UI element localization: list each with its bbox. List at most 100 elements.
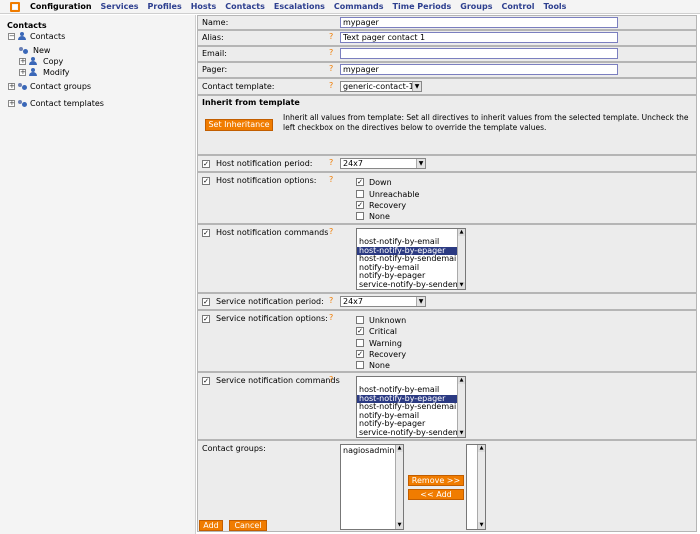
option-checkbox-warning[interactable]	[356, 339, 364, 347]
host-notification-commands-label: Host notification commands	[216, 228, 329, 237]
sidebar-item-contact-groups[interactable]: + Contact groups	[8, 82, 91, 91]
nav-tools[interactable]: Tools	[544, 2, 567, 11]
set-inheritance-button[interactable]: Set Inheritance	[205, 119, 273, 131]
host-notification-period-select[interactable]: 24x7 ▼	[340, 158, 426, 169]
host-notification-period-label: Host notification period:	[216, 159, 313, 168]
option-label-unreachable: Unreachable	[369, 190, 420, 199]
option-checkbox-none[interactable]	[356, 212, 364, 220]
contact-groups-row: Contact groups: nagiosadmin ▲ ▼ Remove >…	[197, 440, 697, 532]
help-icon[interactable]: ?	[329, 175, 333, 184]
scrollbar[interactable]: ▲ ▼	[395, 445, 403, 529]
nav-escalations[interactable]: Escalations	[274, 2, 325, 11]
expand-icon[interactable]: +	[8, 100, 15, 107]
sidebar-item-label: Contacts	[30, 32, 66, 41]
cancel-button[interactable]: Cancel	[229, 520, 267, 531]
contact-template-select[interactable]: generic-contact-1 ▼	[340, 81, 422, 92]
option-checkbox-none[interactable]	[356, 361, 364, 369]
remove-group-button[interactable]: Remove >>	[408, 475, 464, 486]
scroll-down-icon[interactable]: ▼	[396, 522, 403, 529]
contact-icon	[29, 68, 38, 77]
inherit-checkbox[interactable]: ✓	[202, 315, 210, 323]
available-groups-list[interactable]: nagiosadmin ▲ ▼	[340, 444, 404, 530]
scrollbar[interactable]: ▲ ▼	[457, 377, 465, 437]
scroll-down-icon[interactable]: ▼	[458, 282, 465, 289]
option-checkbox-critical[interactable]: ✓	[356, 327, 364, 335]
help-icon[interactable]: ?	[329, 296, 333, 305]
collapse-icon[interactable]: −	[8, 33, 15, 40]
service-notification-commands-list[interactable]: host-notify-by-email host-notify-by-epag…	[356, 376, 466, 438]
sidebar-item-label: Contact groups	[30, 82, 92, 91]
expand-icon[interactable]: +	[19, 58, 26, 65]
chevron-down-icon: ▼	[416, 159, 425, 168]
option-checkbox-recovery[interactable]: ✓	[356, 350, 364, 358]
sidebar-item-contact-templates[interactable]: + Contact templates	[8, 99, 104, 108]
help-icon[interactable]: ?	[329, 227, 333, 236]
email-row: Email: ?	[197, 46, 697, 62]
scroll-up-icon[interactable]: ▲	[478, 445, 485, 452]
list-item[interactable]: nagiosadmin	[341, 445, 403, 456]
service-notification-period-row: ✓ Service notification period: ? 24x7 ▼	[197, 293, 697, 310]
help-icon[interactable]: ?	[329, 64, 333, 73]
list-item[interactable]: service-notify-by-sendemail	[357, 428, 465, 438]
sidebar-item-label: Contact templates	[30, 99, 104, 108]
service-notification-options-label: Service notification options:	[216, 314, 328, 323]
nav-groups[interactable]: Groups	[460, 2, 492, 11]
nav-hosts[interactable]: Hosts	[191, 2, 217, 11]
help-icon[interactable]: ?	[329, 375, 333, 384]
scrollbar[interactable]: ▲ ▼	[477, 445, 485, 529]
add-button[interactable]: Add	[199, 520, 223, 531]
nav-time-periods[interactable]: Time Periods	[393, 2, 452, 11]
pager-input[interactable]	[340, 64, 618, 75]
list-item[interactable]: service-notify-by-sendemail	[357, 280, 465, 290]
scroll-down-icon[interactable]: ▼	[458, 430, 465, 437]
expand-icon[interactable]: +	[19, 69, 26, 76]
help-icon[interactable]: ?	[329, 313, 333, 322]
sidebar-item-contacts[interactable]: − Contacts	[8, 32, 65, 41]
nav-configuration[interactable]: Configuration	[30, 2, 92, 11]
selected-groups-list[interactable]: ▲ ▼	[466, 444, 486, 530]
help-icon[interactable]: ?	[329, 158, 333, 167]
alias-label: Alias:	[202, 33, 224, 42]
email-label: Email:	[202, 49, 227, 58]
service-notification-period-select[interactable]: 24x7 ▼	[340, 296, 426, 307]
name-row: Name:	[197, 15, 697, 30]
sidebar-item-label: New	[33, 46, 51, 55]
contact-icon	[18, 32, 27, 41]
nav-control[interactable]: Control	[501, 2, 534, 11]
sidebar-item-label: Modify	[43, 68, 70, 77]
help-icon[interactable]: ?	[329, 81, 333, 90]
scroll-up-icon[interactable]: ▲	[396, 445, 403, 452]
service-notification-options-row: ✓ Service notification options: ? Unknow…	[197, 310, 697, 372]
name-input[interactable]	[340, 17, 618, 28]
inherit-description: Inherit all values from template: Set al…	[283, 113, 689, 132]
inherit-checkbox[interactable]: ✓	[202, 229, 210, 237]
host-notification-commands-list[interactable]: host-notify-by-email host-notify-by-epag…	[356, 228, 466, 290]
nav-services[interactable]: Services	[101, 2, 139, 11]
nav-profiles[interactable]: Profiles	[148, 2, 182, 11]
alias-input[interactable]	[340, 32, 618, 43]
pager-label: Pager:	[202, 65, 228, 74]
expand-icon[interactable]: +	[8, 83, 15, 90]
scroll-up-icon[interactable]: ▲	[458, 377, 465, 384]
inherit-checkbox[interactable]: ✓	[202, 177, 210, 185]
option-checkbox-recovery[interactable]: ✓	[356, 201, 364, 209]
help-icon[interactable]: ?	[329, 32, 333, 41]
inherit-checkbox[interactable]: ✓	[202, 160, 210, 168]
option-checkbox-unknown[interactable]	[356, 316, 364, 324]
sidebar-item-new[interactable]: New	[19, 46, 50, 55]
email-input[interactable]	[340, 48, 618, 59]
nav-commands[interactable]: Commands	[334, 2, 384, 11]
option-label-recovery: Recovery	[369, 350, 407, 359]
add-group-button[interactable]: << Add	[408, 489, 464, 500]
option-checkbox-down[interactable]: ✓	[356, 178, 364, 186]
help-icon[interactable]: ?	[329, 48, 333, 57]
inherit-checkbox[interactable]: ✓	[202, 377, 210, 385]
sidebar-item-modify[interactable]: + Modify	[19, 68, 70, 77]
scroll-up-icon[interactable]: ▲	[458, 229, 465, 236]
nav-contacts[interactable]: Contacts	[225, 2, 265, 11]
scrollbar[interactable]: ▲ ▼	[457, 229, 465, 289]
scroll-down-icon[interactable]: ▼	[478, 522, 485, 529]
inherit-checkbox[interactable]: ✓	[202, 298, 210, 306]
option-checkbox-unreachable[interactable]	[356, 190, 364, 198]
sidebar-item-copy[interactable]: + Copy	[19, 57, 63, 66]
